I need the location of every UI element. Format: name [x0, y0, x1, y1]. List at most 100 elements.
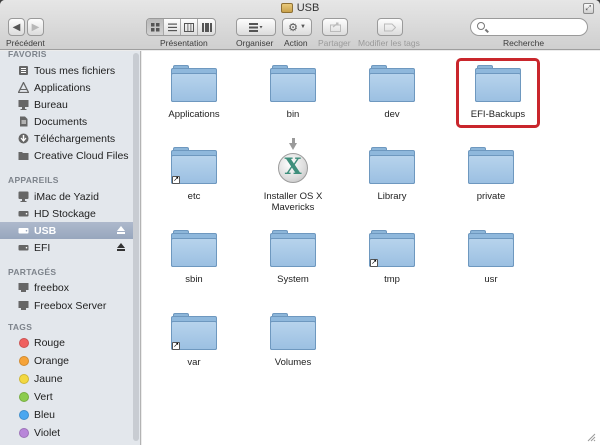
action-label: Action	[284, 38, 308, 48]
sidebar-tag-jaune[interactable]: Jaune	[0, 370, 133, 387]
coverflow-view-button[interactable]	[198, 19, 215, 35]
fullscreen-button[interactable]: ⤢	[583, 3, 594, 14]
drive-icon	[18, 242, 29, 253]
back-label: Précédent	[6, 38, 45, 48]
alias-arrow-icon: ↗	[172, 342, 180, 350]
folder-item[interactable]: dev	[342, 63, 442, 120]
finder-window: USB ⤢ ◀ ▶ Précédent Présentation Organis…	[0, 0, 600, 445]
icon-view-button[interactable]	[147, 19, 164, 35]
gear-icon: ⚙	[288, 21, 298, 34]
folder-icon	[18, 150, 29, 161]
sidebar-item-usb[interactable]: USB	[0, 222, 133, 239]
folder-icon	[369, 63, 415, 103]
folder-item[interactable]: bin	[243, 63, 343, 120]
folder-item[interactable]: Volumes	[243, 311, 343, 368]
tag-color-dot	[18, 355, 29, 366]
sidebar-item-hd-stockage[interactable]: HD Stockage	[0, 205, 133, 222]
share-icon	[329, 22, 341, 32]
chevron-right-icon: ▶	[31, 21, 40, 33]
sidebar-item-label: freebox	[34, 281, 70, 294]
sidebar-item-label: HD Stockage	[34, 207, 96, 220]
tag-color-dot	[18, 409, 29, 420]
tag-color-dot	[18, 337, 29, 348]
sidebar-item-creative-cloud[interactable]: Creative Cloud Files	[0, 147, 133, 164]
folder-name: Library	[377, 191, 407, 202]
chevron-left-icon: ◀	[12, 21, 21, 33]
alias-arrow-icon: ↗	[172, 176, 180, 184]
folder-item[interactable]: ↗ tmp	[342, 228, 442, 285]
documents-icon	[18, 116, 29, 127]
folder-item[interactable]: usr	[441, 228, 541, 285]
folder-name: usr	[484, 274, 498, 285]
sidebar-item-label: Tous mes fichiers	[34, 64, 116, 77]
search-label: Recherche	[503, 38, 545, 48]
sidebar-tag-vert[interactable]: Vert	[0, 388, 133, 405]
folder-name: var	[187, 357, 201, 368]
folder-name: private	[476, 191, 506, 202]
view-mode-selector[interactable]	[146, 18, 216, 36]
forward-button[interactable]: ▶	[27, 18, 44, 36]
sidebar-item-all-files[interactable]: Tous mes fichiers	[0, 62, 133, 79]
sidebar-item-downloads[interactable]: Téléchargements	[0, 130, 133, 147]
sidebar-tag-bleu[interactable]: Bleu	[0, 406, 133, 423]
folder-name: tmp	[384, 274, 400, 285]
sidebar-item-efi[interactable]: EFI	[0, 239, 133, 256]
usb-drive-icon	[280, 3, 293, 13]
sidebar-item-label: USB	[34, 224, 57, 237]
sidebar-item-documents[interactable]: Documents	[0, 113, 133, 130]
scrollbar-thumb[interactable]	[133, 53, 139, 441]
applications-icon	[18, 82, 29, 93]
imac-icon	[18, 191, 29, 202]
folder-item[interactable]: ↗ etc	[144, 145, 244, 202]
column-view-button[interactable]	[181, 19, 198, 35]
share-button[interactable]	[322, 18, 348, 36]
sidebar-tag-orange[interactable]: Orange	[0, 352, 133, 369]
action-button[interactable]: ⚙ ▼	[282, 18, 312, 36]
sidebar-item-label: EFI	[34, 241, 51, 254]
sidebar-item-label: Freebox Server	[34, 299, 107, 312]
eject-icon[interactable]	[117, 226, 125, 234]
folder-item[interactable]: Library	[342, 145, 442, 202]
sidebar-item-freebox-server[interactable]: Freebox Server	[0, 297, 133, 314]
highlight-annotation	[456, 58, 540, 128]
arrange-button[interactable]	[236, 18, 276, 36]
folder-icon	[369, 145, 415, 185]
folder-item[interactable]: ↗ var	[144, 311, 244, 368]
sidebar-item-label: Applications	[34, 81, 91, 94]
folder-icon	[468, 228, 514, 268]
folder-icon	[270, 228, 316, 268]
sidebar: FAVORIS Tous mes fichiers Applications B…	[0, 51, 141, 445]
all-files-icon	[18, 65, 29, 76]
sidebar-item-desktop[interactable]: Bureau	[0, 96, 133, 113]
folder-item[interactable]: private	[441, 145, 541, 202]
toolbar: USB ⤢ ◀ ▶ Précédent Présentation Organis…	[0, 0, 600, 50]
share-label: Partager	[318, 38, 351, 48]
resize-grip-icon[interactable]	[586, 432, 596, 442]
folder-item[interactable]: System	[243, 228, 343, 285]
back-button[interactable]: ◀	[8, 18, 25, 36]
sidebar-item-label: Orange	[34, 354, 70, 367]
server-icon	[18, 282, 29, 293]
sidebar-item-freebox[interactable]: freebox	[0, 279, 133, 296]
edit-tags-button[interactable]	[377, 18, 403, 36]
sidebar-scrollbar[interactable]	[133, 53, 139, 441]
sidebar-tag-violet[interactable]: Violet	[0, 424, 133, 441]
sidebar-item-imac[interactable]: iMac de Yazid	[0, 188, 133, 205]
installer-item[interactable]: X Installer OS X Mavericks	[243, 138, 343, 213]
sidebar-tag-rouge[interactable]: Rouge	[0, 334, 133, 351]
organize-label: Organiser	[236, 38, 274, 48]
search-input[interactable]	[470, 18, 588, 36]
devices-header: APPAREILS	[8, 175, 59, 185]
folder-item[interactable]: sbin	[144, 228, 244, 285]
sidebar-item-label: Rouge	[34, 336, 65, 349]
sidebar-item-applications[interactable]: Applications	[0, 79, 133, 96]
eject-icon[interactable]	[117, 243, 125, 251]
list-view-button[interactable]	[164, 19, 181, 35]
downloads-icon	[18, 133, 29, 144]
shared-header: PARTAGÉS	[8, 267, 57, 277]
favorites-header: FAVORIS	[8, 51, 47, 59]
folder-item[interactable]: Applications	[144, 63, 244, 120]
folder-icon	[270, 63, 316, 103]
sidebar-item-label: Vert	[34, 390, 53, 403]
folder-name: dev	[384, 109, 400, 120]
